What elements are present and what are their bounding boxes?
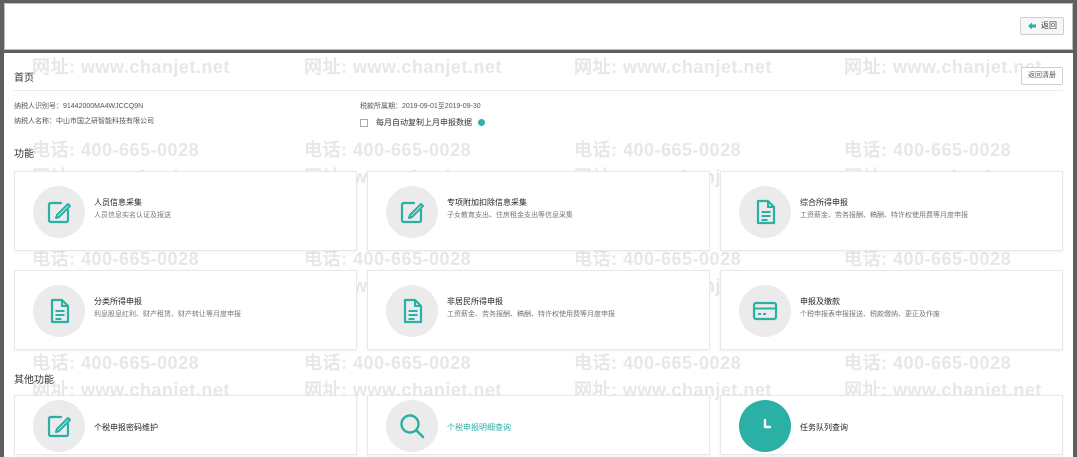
help-icon[interactable]	[478, 119, 485, 126]
function-card-personnel-info[interactable]: 人员信息采集 人员信息实名认证及报送	[14, 171, 357, 251]
function-card-non-resident-income[interactable]: 非居民所得申报 工资薪金、劳务报酬、稿酬、特许权使用费等月度申报	[367, 270, 710, 350]
back-button-label: 返回	[1041, 21, 1057, 30]
clock-icon	[739, 400, 791, 452]
edit-icon	[33, 186, 85, 238]
card-title: 综合所得申报	[800, 198, 848, 207]
card-desc: 工资薪金、劳务报酬、稿酬、特许权使用费等月度申报	[800, 212, 968, 219]
card-icon	[739, 285, 791, 337]
function-card-comprehensive-income[interactable]: 综合所得申报 工资薪金、劳务报酬、稿酬、特许权使用费等月度申报	[720, 171, 1063, 251]
auto-copy-label: 每月自动复制上月申报数据	[376, 118, 472, 127]
function-card-classified-income[interactable]: 分类所得申报 利息股息红利、财产租赁、财产转让等月度申报	[14, 270, 357, 350]
main-panel: 电话: 400-665-0028网址: www.chanjet.net电话: 4…	[4, 53, 1073, 457]
taxpayer-id-label: 纳税人识别号：	[14, 103, 63, 110]
other-card-password-maintenance[interactable]: 个税申报密码维护	[14, 395, 357, 455]
section-functions: 功能	[14, 149, 34, 160]
auto-copy-checkbox[interactable]	[360, 118, 368, 127]
card-desc: 个税申报表申报报送、税款缴纳、更正及作废	[800, 311, 940, 318]
other-card-filing-detail-query[interactable]: 个税申报明细查询	[367, 395, 710, 455]
card-title: 分类所得申报	[94, 297, 142, 306]
tax-period-value: 2019-09-01至2019-09-30	[402, 103, 481, 110]
back-button[interactable]: 返回	[1020, 17, 1064, 35]
document-icon	[386, 285, 438, 337]
document-icon	[739, 186, 791, 238]
card-title: 非居民所得申报	[447, 297, 503, 306]
edit-icon	[33, 400, 85, 452]
document-icon	[33, 285, 85, 337]
card-desc: 子女教育支出、住房租金支出等信息采集	[447, 212, 573, 219]
card-title: 专项附加扣除信息采集	[447, 198, 527, 207]
function-card-filing-payment[interactable]: 申报及缴款 个税申报表申报报送、税款缴纳、更正及作废	[720, 270, 1063, 350]
card-desc: 工资薪金、劳务报酬、稿酬、特许权使用费等月度申报	[447, 311, 615, 318]
taxpayer-name-label: 纳税人名称：	[14, 118, 56, 125]
card-title: 个税申报密码维护	[94, 423, 158, 432]
back-arrow-icon	[1028, 22, 1036, 30]
taxpayer-id-value: 91442000MA4WJCCQ9N	[63, 103, 144, 110]
section-other-functions: 其他功能	[14, 375, 54, 386]
function-card-special-deduction[interactable]: 专项附加扣除信息采集 子女教育支出、住房租金支出等信息采集	[367, 171, 710, 251]
search-icon	[386, 400, 438, 452]
card-title: 申报及缴款	[800, 297, 840, 306]
taxpayer-name: 纳税人名称：中山市国之研智能科技有限公司	[14, 116, 154, 126]
divider	[14, 90, 1063, 91]
card-title: 任务队列查询	[800, 423, 848, 432]
taxpayer-name-value: 中山市国之研智能科技有限公司	[56, 118, 154, 125]
card-desc: 人员信息实名认证及报送	[94, 212, 171, 219]
return-list-button[interactable]: 返回清册	[1021, 67, 1063, 85]
tax-period-label: 税款所属期：	[360, 103, 402, 110]
edit-icon	[386, 186, 438, 238]
card-title: 人员信息采集	[94, 198, 142, 207]
top-toolbar: 返回	[4, 3, 1073, 50]
auto-copy-option[interactable]: 每月自动复制上月申报数据	[360, 117, 485, 128]
card-title: 个税申报明细查询	[447, 423, 511, 432]
page-title: 首页	[14, 73, 34, 84]
card-desc: 利息股息红利、财产租赁、财产转让等月度申报	[94, 311, 241, 318]
tax-period: 税款所属期：2019-09-01至2019-09-30	[360, 101, 481, 111]
other-card-task-queue-query[interactable]: 任务队列查询	[720, 395, 1063, 455]
taxpayer-id: 纳税人识别号：91442000MA4WJCCQ9N	[14, 101, 143, 111]
